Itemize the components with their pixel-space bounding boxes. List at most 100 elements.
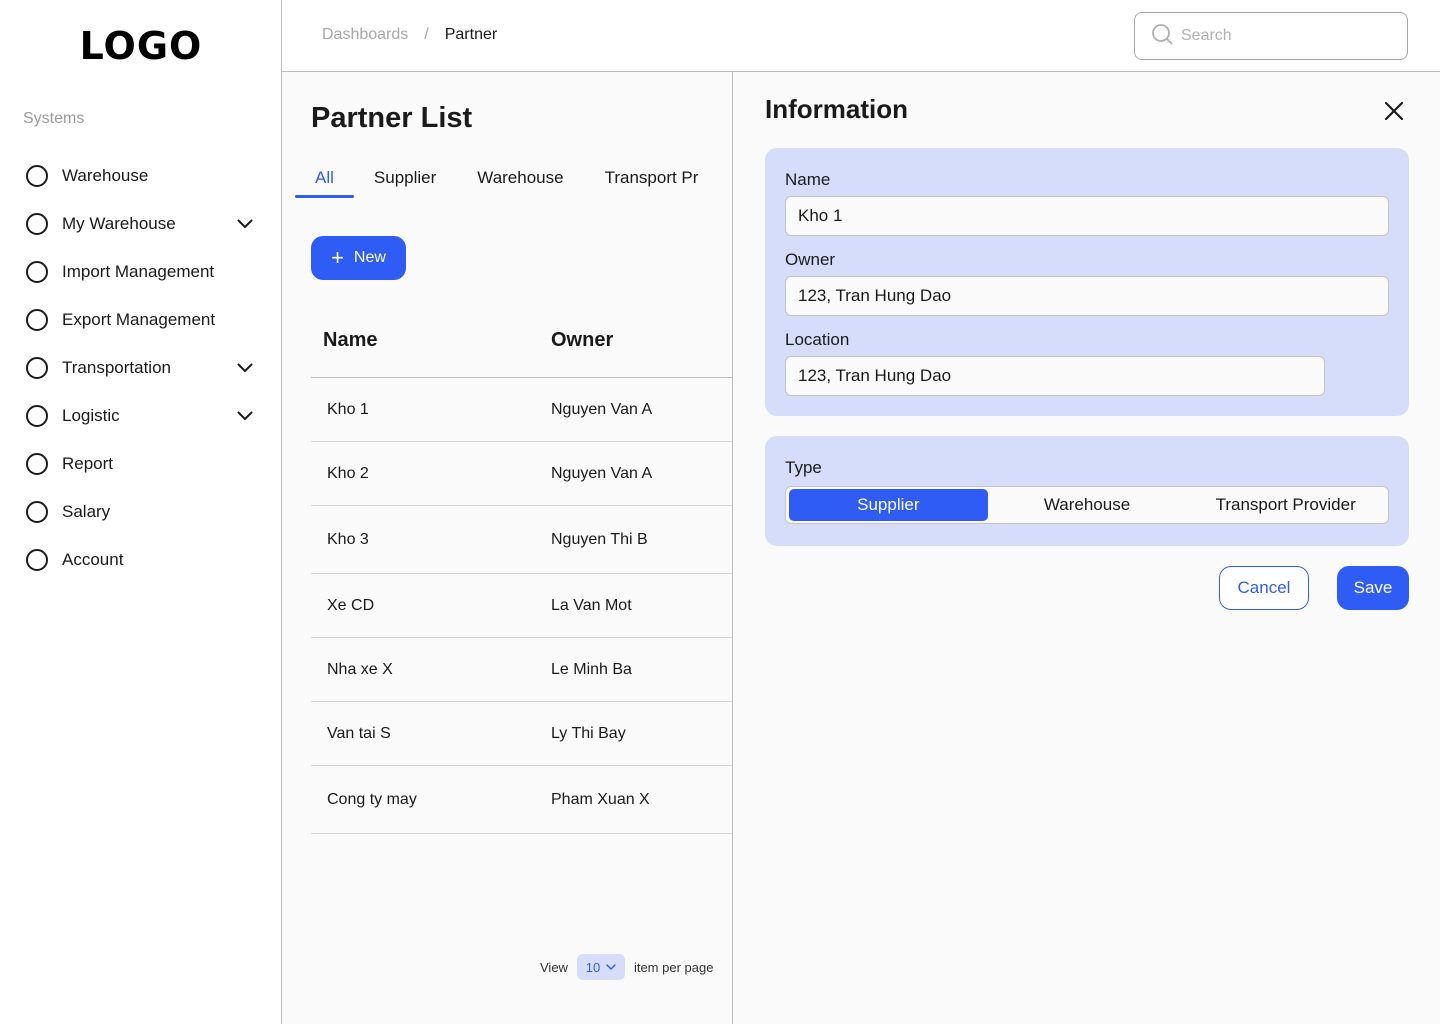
sidebar-item-label: Import Management (62, 262, 215, 281)
table-row[interactable]: Van tai S Ly Thi Bay (311, 702, 732, 766)
table-row[interactable]: Kho 1 Nguyen Van A (311, 378, 732, 442)
chevron-down-icon[interactable] (236, 215, 254, 233)
partner-list-panel: Partner List All Supplier Warehouse Tran… (283, 72, 732, 1024)
table-row[interactable]: Kho 2 Nguyen Van A (311, 442, 732, 506)
sidebar-item-export-management[interactable]: Export Management (26, 296, 258, 344)
circle-icon (26, 165, 48, 187)
cell-name: Kho 1 (327, 400, 369, 418)
details-card: Name Owner Location (765, 148, 1409, 416)
sidebar-item-salary[interactable]: Salary (26, 488, 258, 536)
type-option-warehouse[interactable]: Warehouse (988, 489, 1187, 521)
pagination: View 10 item per page (540, 954, 713, 980)
cell-name: Kho 2 (327, 464, 369, 482)
tab-warehouse[interactable]: Warehouse (477, 168, 563, 198)
pager-suffix: item per page (633, 959, 714, 975)
cancel-button[interactable]: Cancel (1219, 566, 1309, 610)
type-card: Type Supplier Warehouse Transport Provid… (765, 436, 1409, 546)
location-label: Location (785, 330, 850, 349)
cell-owner: Nguyen Van A (551, 400, 653, 418)
tab-transport-provider[interactable]: Transport Pr (605, 168, 699, 198)
new-button-label: New (353, 249, 386, 266)
circle-icon (26, 213, 48, 235)
table-row[interactable]: Nha xe X Le Minh Ba (311, 638, 732, 702)
cell-owner: Le Minh Ba (551, 660, 632, 678)
sidebar-item-label: Report (62, 454, 114, 473)
chevron-down-icon[interactable] (236, 407, 254, 425)
search-box[interactable] (1134, 12, 1408, 60)
circle-icon (26, 501, 48, 523)
sidebar-item-report[interactable]: Report (26, 440, 258, 488)
table-header: Name Owner (311, 304, 732, 378)
sidebar-nav: Warehouse My Warehouse Import Management… (26, 152, 258, 584)
owner-field[interactable] (785, 276, 1389, 316)
new-partner-button[interactable]: + New (311, 236, 406, 280)
sidebar-section-label: Systems (23, 110, 85, 127)
circle-icon (26, 261, 48, 283)
search-input[interactable] (1181, 27, 1381, 45)
sidebar-item-account[interactable]: Account (26, 536, 258, 584)
plus-icon: + (331, 245, 344, 270)
cell-name: Nha xe X (327, 660, 393, 678)
logo[interactable]: LOGO (0, 24, 282, 68)
sidebar: LOGO Systems Warehouse My Warehouse Impo… (0, 0, 282, 1024)
per-page-value: 10 (585, 959, 601, 975)
circle-icon (26, 405, 48, 427)
sidebar-item-transportation[interactable]: Transportation (26, 344, 258, 392)
name-field[interactable] (785, 196, 1389, 236)
circle-icon (26, 309, 48, 331)
partner-tabs: All Supplier Warehouse Transport Pr (295, 168, 732, 198)
chevron-down-icon (606, 964, 616, 970)
table-row[interactable]: Xe CD La Van Mot (311, 574, 732, 638)
tab-all[interactable]: All (295, 168, 354, 198)
column-header-name[interactable]: Name (311, 329, 551, 352)
sidebar-item-label: Export Management (62, 310, 216, 329)
location-field[interactable] (785, 356, 1325, 396)
cell-owner: La Van Mot (551, 596, 632, 614)
sidebar-item-my-warehouse[interactable]: My Warehouse (26, 200, 258, 248)
breadcrumb-separator: / (424, 26, 429, 43)
type-segmented-control: Supplier Warehouse Transport Provider (785, 486, 1389, 524)
close-icon[interactable] (1379, 96, 1409, 126)
breadcrumb: Dashboards / Partner (322, 26, 497, 44)
sidebar-item-label: Warehouse (62, 166, 149, 185)
name-label: Name (785, 170, 831, 189)
per-page-select[interactable]: 10 (576, 954, 625, 980)
top-bar: Dashboards / Partner (282, 0, 1440, 72)
type-label: Type (785, 458, 822, 477)
sidebar-item-label: Transportation (62, 358, 171, 377)
page-title: Partner List (311, 102, 473, 134)
save-button[interactable]: Save (1337, 566, 1409, 610)
cell-owner: Pham Xuan X (551, 790, 650, 808)
cell-name: Van tai S (327, 724, 391, 742)
sidebar-item-logistic[interactable]: Logistic (26, 392, 258, 440)
owner-label: Owner (785, 250, 836, 269)
search-icon (1151, 23, 1173, 50)
circle-icon (26, 549, 48, 571)
panel-title: Information (765, 94, 908, 124)
pager-view-label: View (540, 959, 568, 975)
sidebar-item-import-management[interactable]: Import Management (26, 248, 258, 296)
partner-table: Name Owner Kho 1 Nguyen Van A Kho 2 Nguy… (311, 304, 732, 834)
table-row[interactable]: Cong ty may Pham Xuan X (311, 766, 732, 834)
tab-supplier[interactable]: Supplier (374, 168, 436, 198)
cell-owner: Nguyen Van A (551, 464, 653, 482)
column-header-owner[interactable]: Owner (551, 329, 732, 352)
circle-icon (26, 357, 48, 379)
sidebar-item-label: Account (62, 550, 124, 569)
type-option-supplier[interactable]: Supplier (789, 489, 988, 521)
sidebar-item-label: Logistic (62, 406, 120, 425)
type-option-transport-provider[interactable]: Transport Provider (1186, 489, 1385, 521)
cell-name: Cong ty may (327, 790, 417, 808)
circle-icon (26, 453, 48, 475)
breadcrumb-partner: Partner (444, 26, 498, 43)
chevron-down-icon[interactable] (236, 359, 254, 377)
breadcrumb-dashboards[interactable]: Dashboards (322, 26, 408, 44)
sidebar-item-warehouse[interactable]: Warehouse (26, 152, 258, 200)
information-panel: Information Name Owner Location Type Sup… (732, 72, 1440, 1024)
sidebar-item-label: Salary (62, 502, 111, 521)
sidebar-item-label: My Warehouse (62, 214, 176, 233)
cell-name: Xe CD (327, 596, 375, 614)
cell-owner: Ly Thi Bay (551, 724, 626, 742)
table-row[interactable]: Kho 3 Nguyen Thi B (311, 506, 732, 574)
cell-name: Kho 3 (327, 530, 369, 548)
